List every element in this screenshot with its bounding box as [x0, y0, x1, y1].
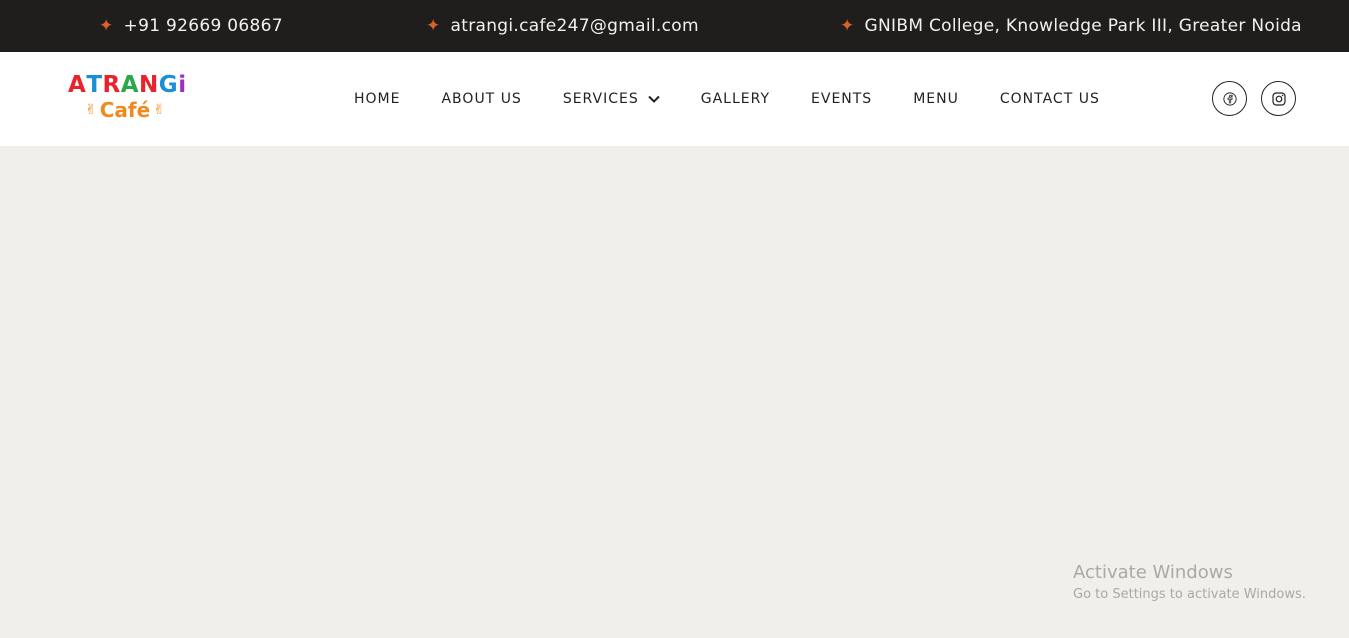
logo-cafe-text: ✌ Café ✌ — [82, 98, 168, 122]
facebook-icon — [1222, 91, 1237, 106]
chevron-down-icon — [648, 95, 660, 103]
watermark-title: Activate Windows — [1073, 562, 1233, 583]
instagram-icon — [1271, 91, 1286, 106]
facebook-button[interactable] — [1212, 81, 1247, 116]
site-header: A T R A N G i ✌ Café ✌ HOME ABOUT US SER… — [0, 52, 1349, 146]
logo-letter: T — [86, 72, 103, 98]
nav-events[interactable]: EVENTS — [811, 91, 872, 107]
phone-info[interactable]: ✦ +91 92669 06867 — [99, 0, 283, 52]
main-nav: HOME ABOUT US SERVICES GALLERY EVENTS ME… — [354, 52, 1100, 146]
star-bullet-icon: ✦ — [426, 15, 441, 36]
hand-icon: ✌ — [85, 102, 97, 118]
nav-home[interactable]: HOME — [354, 91, 400, 107]
logo-letter: A — [68, 72, 87, 98]
site-logo[interactable]: A T R A N G i ✌ Café ✌ — [68, 72, 194, 130]
address-info: ✦ GNIBM College, Knowledge Park III, Gre… — [840, 0, 1302, 52]
nav-menu[interactable]: MENU — [913, 91, 959, 107]
nav-contact-us[interactable]: CONTACT US — [1000, 91, 1100, 107]
hand-icon: ✌ — [153, 102, 165, 118]
activate-windows-watermark: Activate Windows Go to Settings to activ… — [1073, 562, 1306, 604]
logo-letter: R — [102, 72, 121, 98]
nav-about-us[interactable]: ABOUT US — [441, 91, 521, 107]
instagram-button[interactable] — [1261, 81, 1296, 116]
logo-letter: A — [120, 72, 140, 98]
top-info-bar: ✦ +91 92669 06867 ✦ atrangi.cafe247@gmai… — [0, 0, 1349, 52]
nav-services-label: SERVICES — [562, 91, 639, 107]
phone-number[interactable]: +91 92669 06867 — [124, 16, 283, 36]
logo-wordmark: A T R A N G i — [68, 72, 194, 98]
email-address[interactable]: atrangi.cafe247@gmail.com — [451, 16, 699, 36]
logo-letter: G — [158, 72, 179, 98]
address-text: GNIBM College, Knowledge Park III, Great… — [864, 16, 1302, 36]
watermark-subtitle: Go to Settings to activate Windows. — [1073, 587, 1306, 602]
nav-gallery[interactable]: GALLERY — [701, 91, 770, 107]
email-info[interactable]: ✦ atrangi.cafe247@gmail.com — [426, 0, 699, 52]
logo-letter: N — [139, 72, 159, 98]
nav-services[interactable]: SERVICES — [563, 91, 660, 107]
star-bullet-icon: ✦ — [840, 15, 855, 36]
star-bullet-icon: ✦ — [99, 15, 114, 36]
logo-letter: i — [178, 72, 187, 98]
logo-cafe-label: Café — [99, 98, 151, 122]
